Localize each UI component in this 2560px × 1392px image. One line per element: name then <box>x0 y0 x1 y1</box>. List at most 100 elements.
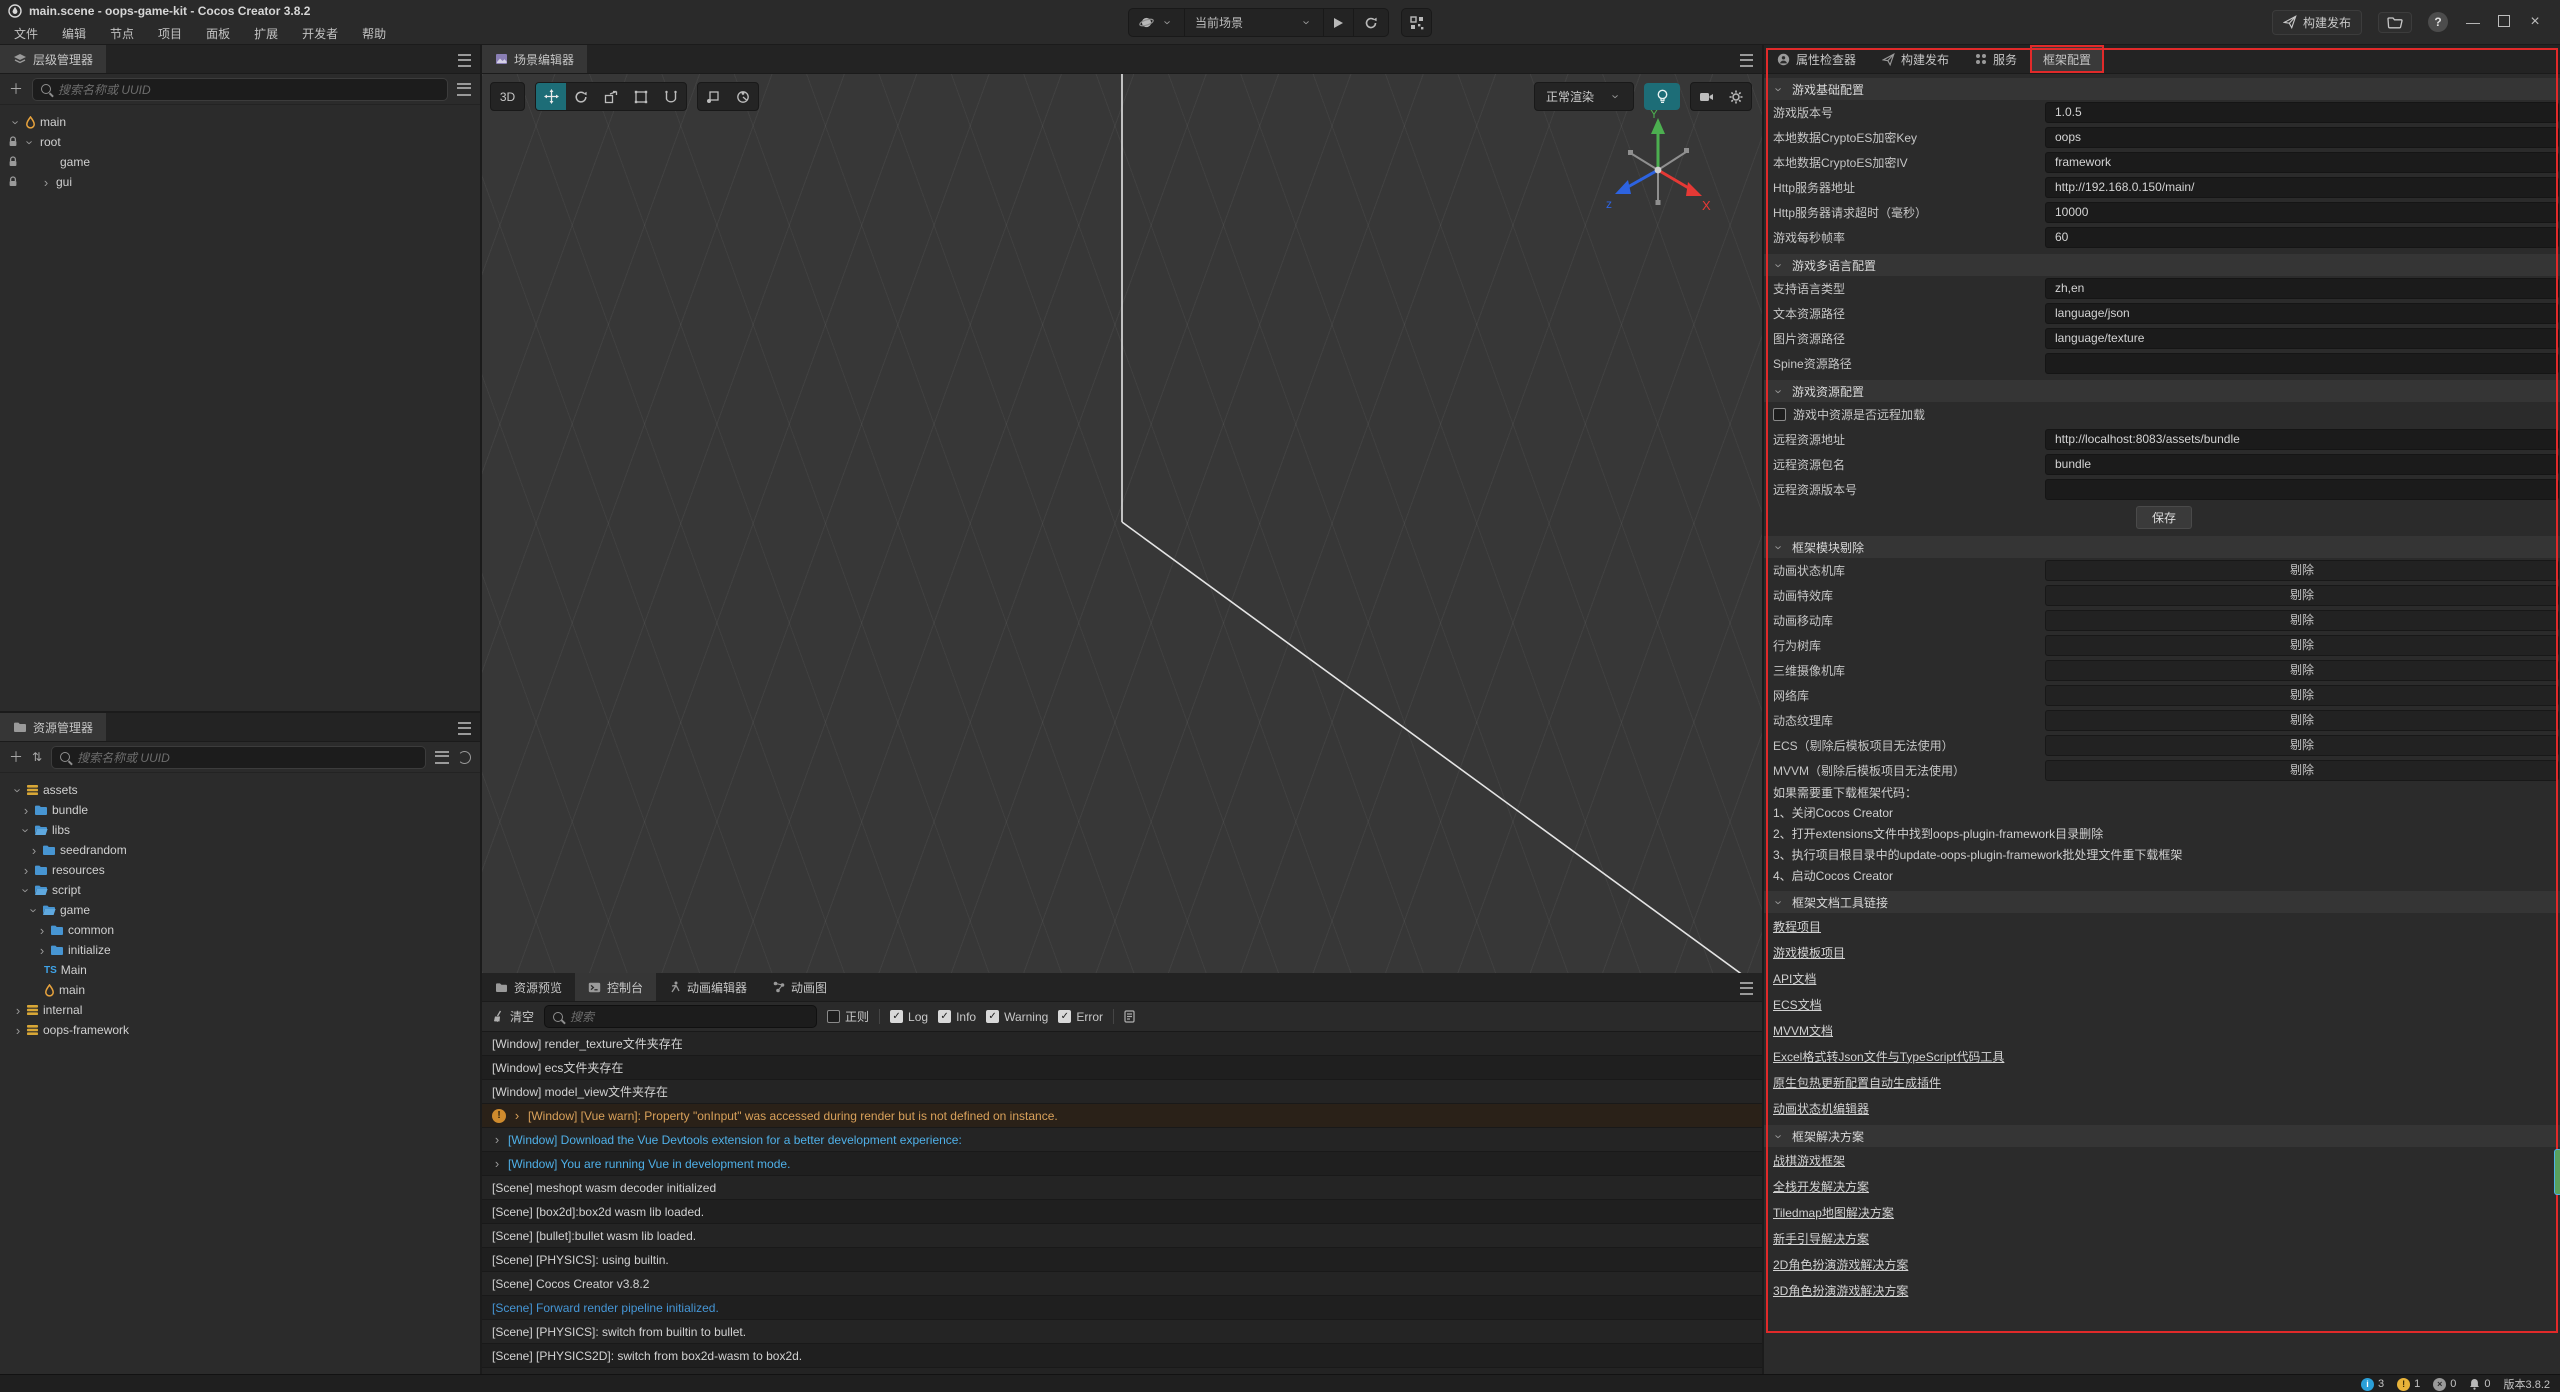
preview-qr-button[interactable] <box>1401 8 1432 37</box>
build-publish-button[interactable]: 构建发布 <box>2272 10 2362 35</box>
asset-node-script[interactable]: › script <box>0 880 480 900</box>
console-message[interactable]: [Scene] [PHYSICS]: using builtin. <box>482 1248 1762 1272</box>
scrollbar-thumb[interactable] <box>2554 1149 2560 1195</box>
section-solutions[interactable]: › 框架解决方案 <box>1764 1125 2560 1147</box>
open-project-folder-button[interactable] <box>2378 12 2412 33</box>
console-search-input[interactable]: 搜索 <box>544 1005 817 1028</box>
remove-module-button[interactable]: 剔除 <box>2045 585 2559 606</box>
chevron-right-icon[interactable]: › <box>36 924 48 937</box>
game-version-input[interactable]: 1.0.5 <box>2045 102 2559 123</box>
sort-icon[interactable]: ⇅ <box>32 750 42 764</box>
console-message[interactable]: [Scene] [box2d]:box2d wasm lib loaded. <box>482 1200 1762 1224</box>
tab-framework-config[interactable]: 框架配置 <box>2030 45 2104 73</box>
log-file-icon[interactable] <box>1124 1010 1135 1023</box>
link-guide-solution[interactable]: 新手引导解决方案 <box>1773 1230 1869 1247</box>
tab-inspector[interactable]: 属性检查器 <box>1764 45 1869 73</box>
remove-module-button[interactable]: 剔除 <box>2045 685 2559 706</box>
asset-node-oops-framework[interactable]: › oops-framework <box>0 1020 480 1040</box>
transform-tool-button[interactable] <box>656 83 686 110</box>
menu-panel[interactable]: 面板 <box>194 25 242 42</box>
chevron-down-icon[interactable]: › <box>20 884 33 896</box>
tab-scene-editor[interactable]: 场景编辑器 <box>482 45 587 73</box>
minimize-button[interactable]: — <box>2464 14 2482 30</box>
assets-search-input[interactable]: 搜索名称或 UUID <box>51 746 426 769</box>
remove-module-button[interactable]: 剔除 <box>2045 660 2559 681</box>
chevron-right-icon[interactable]: › <box>12 1024 24 1037</box>
hierarchy-node-game[interactable]: game <box>0 152 480 172</box>
scale-tool-button[interactable] <box>596 83 626 110</box>
coordinate-toggle-button[interactable] <box>728 83 758 110</box>
remove-module-button[interactable]: 剔除 <box>2045 560 2559 581</box>
console-message[interactable]: [Window] render_texture文件夹存在 <box>482 1032 1762 1056</box>
remote-version-input[interactable] <box>2045 479 2559 500</box>
menu-help[interactable]: 帮助 <box>350 25 398 42</box>
texture-path-input[interactable]: language/texture <box>2045 328 2559 349</box>
section-docs[interactable]: › 框架文档工具链接 <box>1764 891 2560 913</box>
console-message[interactable]: [Scene] meshopt wasm decoder initialized <box>482 1176 1762 1200</box>
panel-menu-icon[interactable] <box>1740 54 1753 67</box>
checkbox-unchecked-icon[interactable] <box>1773 408 1786 421</box>
status-notifications[interactable]: 0 <box>2469 1378 2490 1390</box>
menu-edit[interactable]: 编辑 <box>50 25 98 42</box>
link-excel-tool[interactable]: Excel格式转Json文件与TypeScript代码工具 <box>1773 1048 2004 1065</box>
menu-node[interactable]: 节点 <box>98 25 146 42</box>
console-message[interactable]: [Scene] Cocos Creator v3.8.2 <box>482 1272 1762 1296</box>
asset-node-libs[interactable]: › libs <box>0 820 480 840</box>
asset-node-main-scene[interactable]: main <box>0 980 480 1000</box>
asset-node-initialize[interactable]: › initialize <box>0 940 480 960</box>
console-message-info[interactable]: [Scene] Forward render pipeline initiali… <box>482 1296 1762 1320</box>
lock-icon[interactable] <box>8 156 18 167</box>
chevron-down-icon[interactable]: › <box>10 116 23 128</box>
link-tactics-framework[interactable]: 战棋游戏框架 <box>1773 1152 1845 1169</box>
chevron-right-icon[interactable]: › <box>492 1157 502 1170</box>
link-hotupdate-plugin[interactable]: 原生包热更新配置自动生成插件 <box>1773 1074 1941 1091</box>
chevron-right-icon[interactable]: › <box>40 176 52 189</box>
hierarchy-node-main[interactable]: › main <box>0 112 480 132</box>
console-message[interactable]: [Scene] [PHYSICS]: switch from builtin t… <box>482 1320 1762 1344</box>
asset-node-game[interactable]: › game <box>0 900 480 920</box>
asset-node-assets[interactable]: › assets <box>0 780 480 800</box>
chevron-right-icon[interactable]: › <box>512 1109 522 1122</box>
lighting-toggle-button[interactable] <box>1644 83 1680 110</box>
status-error-count[interactable]: × 0 <box>2433 1378 2456 1391</box>
mode-3d-button[interactable]: 3D <box>490 82 525 111</box>
play-button[interactable] <box>1324 9 1354 36</box>
status-info-count[interactable]: i 3 <box>2361 1378 2384 1391</box>
link-tiledmap-solution[interactable]: Tiledmap地图解决方案 <box>1773 1204 1894 1221</box>
crypto-iv-input[interactable]: framework <box>2045 152 2559 173</box>
link-game-template[interactable]: 游戏模板项目 <box>1773 944 1845 961</box>
remote-bundle-input[interactable]: bundle <box>2045 454 2559 475</box>
chevron-down-icon[interactable]: › <box>28 904 41 916</box>
save-button[interactable]: 保存 <box>2136 506 2192 529</box>
http-timeout-input[interactable]: 10000 <box>2045 202 2559 223</box>
hierarchy-node-root[interactable]: › root <box>0 132 480 152</box>
clear-console-button[interactable]: 清空 <box>492 1008 534 1025</box>
tab-animation-editor[interactable]: 动画编辑器 <box>656 973 760 1001</box>
remove-module-button[interactable]: 剔除 <box>2045 635 2559 656</box>
gear-icon[interactable] <box>1721 83 1751 110</box>
chevron-right-icon[interactable]: › <box>20 864 32 877</box>
filter-icon[interactable] <box>457 83 471 96</box>
menu-developer[interactable]: 开发者 <box>290 25 350 42</box>
scene-selector-dropdown[interactable]: 当前场景 › <box>1185 9 1324 36</box>
link-3d-rpg-solution[interactable]: 3D角色扮演游戏解决方案 <box>1773 1282 1908 1299</box>
remove-module-button[interactable]: 剔除 <box>2045 735 2559 756</box>
close-button[interactable]: × <box>2526 13 2544 31</box>
spine-path-input[interactable] <box>2045 353 2559 374</box>
crypto-key-input[interactable]: oops <box>2045 127 2559 148</box>
hierarchy-node-gui[interactable]: › gui <box>0 172 480 192</box>
preview-target-dropdown[interactable]: › <box>1129 9 1185 36</box>
menu-project[interactable]: 项目 <box>146 25 194 42</box>
asset-node-resources[interactable]: › resources <box>0 860 480 880</box>
chevron-right-icon[interactable]: › <box>20 804 32 817</box>
tab-animation-graph[interactable]: 动画图 <box>760 973 840 1001</box>
rotate-tool-button[interactable] <box>566 83 596 110</box>
remote-load-checkbox-row[interactable]: 游戏中资源是否远程加载 <box>1764 402 2560 427</box>
chevron-right-icon[interactable]: › <box>492 1133 502 1146</box>
languages-input[interactable]: zh,en <box>2045 278 2559 299</box>
console-message[interactable]: [Scene] [bullet]:bullet wasm lib loaded. <box>482 1224 1762 1248</box>
asset-node-seedrandom[interactable]: › seedrandom <box>0 840 480 860</box>
chevron-right-icon[interactable]: › <box>28 844 40 857</box>
filter-icon[interactable] <box>435 751 449 764</box>
console-message[interactable]: [Window] ecs文件夹存在 <box>482 1056 1762 1080</box>
